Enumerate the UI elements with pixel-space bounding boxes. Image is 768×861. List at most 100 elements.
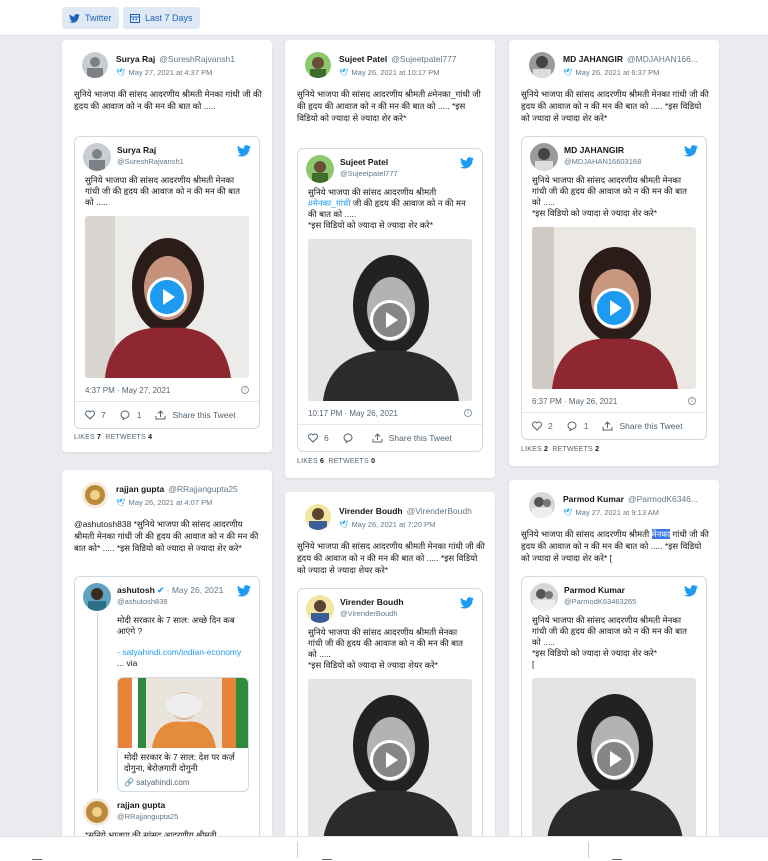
play-button[interactable] bbox=[594, 288, 634, 328]
author-name[interactable]: Parmod Kumar bbox=[563, 494, 624, 504]
reply-icon[interactable] bbox=[567, 421, 578, 431]
tweet-card[interactable]: rajjan gupta @RRajjangupta25 🕊 May 26, 202… bbox=[62, 470, 272, 836]
author-handle[interactable]: @Sujeetpatel777 bbox=[391, 54, 456, 64]
embed-author-handle[interactable]: @ParmodK63463265 bbox=[564, 597, 636, 606]
heart-icon[interactable] bbox=[308, 433, 318, 443]
reply-author-name[interactable]: rajjan gupta bbox=[117, 800, 165, 810]
embed-author-name[interactable]: ashutosh ✔ · May 26, 2021 bbox=[117, 585, 223, 596]
avatar[interactable] bbox=[305, 52, 331, 78]
author-handle[interactable]: @MDJAHAN166... bbox=[627, 54, 698, 64]
author-name[interactable]: Virender Boudh bbox=[339, 506, 403, 516]
avatar[interactable] bbox=[306, 595, 334, 623]
twitter-logo-icon[interactable] bbox=[460, 597, 474, 609]
embed-timestamp[interactable]: 6:37 PM · May 26, 2021 i bbox=[522, 389, 706, 413]
video-thumbnail[interactable] bbox=[85, 216, 249, 378]
author-handle[interactable]: @ParmodK6346... bbox=[628, 494, 698, 504]
avatar[interactable] bbox=[306, 155, 334, 183]
minimize-icon[interactable] bbox=[32, 859, 42, 860]
embedded-tweet[interactable]: Sujeet Patel @Sujeetpatel777 सुनिये भाजप… bbox=[297, 148, 483, 452]
twitter-logo-icon[interactable] bbox=[684, 145, 698, 157]
tweet-card[interactable]: Surya Raj @SureshRajvansh1 🕊 May 27, 2021 … bbox=[62, 40, 272, 452]
play-button[interactable] bbox=[147, 277, 187, 317]
tweet-card[interactable]: Virender Boudh @VirenderBoudh 🕊 May 26, 20… bbox=[285, 492, 495, 836]
avatar[interactable] bbox=[529, 52, 555, 78]
tweet-date[interactable]: 🕊 May 26, 2021 at 6:37 PM bbox=[563, 68, 659, 77]
twitter-logo-icon[interactable] bbox=[237, 585, 251, 597]
embed-author-handle[interactable]: @VirenderBoudh bbox=[340, 609, 398, 618]
embedded-tweet[interactable]: MD JAHANGIR @MDJAHAN16603168 सुनिये भाजप… bbox=[521, 136, 707, 440]
twitter-logo-icon[interactable] bbox=[460, 157, 474, 169]
play-button[interactable] bbox=[370, 740, 410, 780]
avatar[interactable] bbox=[83, 798, 111, 826]
tweet-date[interactable]: 🕊 May 26, 2021 at 7:20 PM bbox=[339, 520, 435, 529]
avatar[interactable] bbox=[82, 482, 108, 508]
tweet-date[interactable]: 🕊 May 27, 2021 at 9:13 AM bbox=[563, 508, 659, 517]
author-handle[interactable]: @VirenderBoudh bbox=[407, 506, 472, 516]
video-thumbnail[interactable] bbox=[532, 678, 696, 836]
author-handle[interactable]: @RRajjangupta25 bbox=[168, 484, 238, 494]
play-button[interactable] bbox=[594, 739, 634, 779]
embed-timestamp[interactable]: 4:37 PM · May 27, 2021 i bbox=[75, 378, 259, 402]
embed-author-handle[interactable]: @ashutosh838 bbox=[117, 597, 168, 606]
author-name[interactable]: Sujeet Patel bbox=[339, 54, 387, 64]
avatar[interactable] bbox=[82, 52, 108, 78]
heart-icon[interactable] bbox=[532, 421, 542, 431]
info-icon[interactable]: i bbox=[464, 409, 472, 417]
share-icon[interactable] bbox=[602, 421, 613, 431]
tweet-card[interactable]: MD JAHANGIR @MDJAHAN166... 🕊 May 26, 2021 … bbox=[509, 40, 719, 466]
news-url[interactable]: 🔗 satyahindi.com bbox=[118, 778, 248, 791]
author-handle[interactable]: @SureshRajvansh1 bbox=[159, 54, 235, 64]
avatar[interactable] bbox=[530, 143, 558, 171]
tweet-date[interactable]: 🕊 May 26, 2021 at 10:17 PM bbox=[339, 68, 440, 77]
video-thumbnail[interactable] bbox=[532, 227, 696, 389]
tweet-date[interactable]: 🕊 May 27, 2021 at 4:37 PM bbox=[116, 68, 212, 77]
author-name[interactable]: Surya Raj bbox=[116, 54, 155, 64]
share-tweet-link[interactable]: Share this Tweet bbox=[389, 433, 452, 443]
hashtag-link[interactable]: #मेनका_गांधी bbox=[308, 198, 350, 208]
heart-icon[interactable] bbox=[85, 410, 95, 420]
video-thumbnail[interactable] bbox=[308, 239, 472, 401]
embed-author-name[interactable]: Virender Boudh bbox=[340, 597, 404, 607]
video-thumbnail[interactable] bbox=[308, 679, 472, 836]
minimize-icon[interactable] bbox=[322, 859, 332, 860]
twitter-logo-icon[interactable] bbox=[684, 585, 698, 597]
tweet-date[interactable]: 🕊 May 26, 2021 at 4:07 PM bbox=[116, 498, 212, 507]
embed-author-name[interactable]: MD JAHANGIR bbox=[564, 145, 624, 155]
avatar[interactable] bbox=[83, 583, 111, 611]
tweet-card[interactable]: Sujeet Patel @Sujeetpatel777 🕊 May 26, 202… bbox=[285, 40, 495, 478]
date-range-button[interactable]: Last 7 Days bbox=[123, 7, 200, 29]
embed-timestamp[interactable]: 10:17 PM · May 26, 2021 i bbox=[298, 401, 482, 425]
tweet-card[interactable]: Parmod Kumar @ParmodK6346... 🕊 May 27, 202… bbox=[509, 480, 719, 836]
link-preview-card[interactable]: मोदी सरकार के 7 साल: देश पर कर्ज़ दोगुना… bbox=[117, 677, 249, 792]
author-name[interactable]: rajjan gupta bbox=[116, 484, 164, 494]
reply-icon[interactable] bbox=[120, 410, 131, 420]
twitter-filter-button[interactable]: Twitter bbox=[62, 7, 119, 29]
embed-author-name[interactable]: Surya Raj bbox=[117, 145, 156, 155]
embedded-tweet[interactable]: Virender Boudh @VirenderBoudh सुनिये भाज… bbox=[297, 588, 483, 836]
highlighted-text[interactable]: मेनका bbox=[651, 529, 671, 539]
play-button[interactable] bbox=[370, 300, 410, 340]
avatar[interactable] bbox=[530, 583, 558, 611]
embed-author-handle[interactable]: @MDJAHAN16603168 bbox=[564, 157, 641, 166]
avatar[interactable] bbox=[83, 143, 111, 171]
share-icon[interactable] bbox=[372, 433, 383, 443]
twitter-logo-icon[interactable] bbox=[237, 145, 251, 157]
info-icon[interactable]: i bbox=[241, 386, 249, 394]
embedded-tweet[interactable]: Surya Raj @SureshRajvansh1 सुनिये भाजपा … bbox=[74, 136, 260, 429]
reply-icon[interactable] bbox=[343, 433, 354, 443]
embedded-tweet[interactable]: Parmod Kumar @ParmodK63463265 सुनिये भाज… bbox=[521, 576, 707, 836]
share-icon[interactable] bbox=[155, 410, 166, 420]
avatar[interactable] bbox=[529, 492, 555, 518]
reply-author-handle[interactable]: @RRajjangupta25 bbox=[117, 812, 178, 821]
info-icon[interactable]: i bbox=[688, 397, 696, 405]
embed-author-handle[interactable]: @SureshRajvansh1 bbox=[117, 157, 184, 166]
minimize-icon[interactable] bbox=[612, 859, 622, 860]
embedded-tweet[interactable]: ashutosh ✔ · May 26, 2021 @ashutosh838 म… bbox=[74, 576, 260, 836]
embed-author-name[interactable]: Sujeet Patel bbox=[340, 157, 388, 167]
avatar[interactable] bbox=[305, 504, 331, 530]
embed-author-handle[interactable]: @Sujeetpatel777 bbox=[340, 169, 398, 178]
author-name[interactable]: MD JAHANGIR bbox=[563, 54, 623, 64]
share-tweet-link[interactable]: Share this Tweet bbox=[172, 410, 235, 420]
embed-author-name[interactable]: Parmod Kumar bbox=[564, 585, 625, 595]
share-tweet-link[interactable]: Share this Tweet bbox=[619, 421, 682, 431]
